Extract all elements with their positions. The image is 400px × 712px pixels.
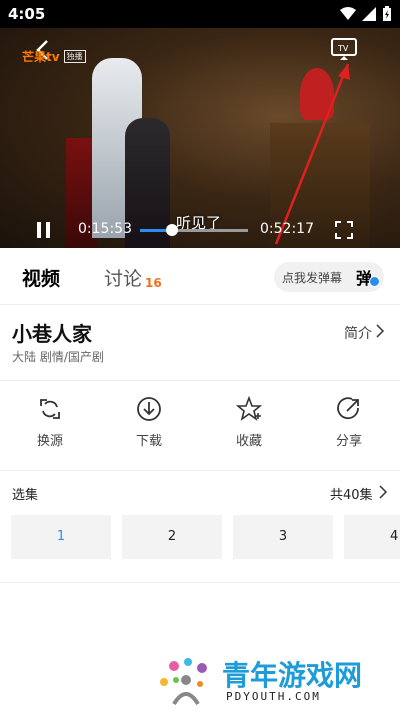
video-player[interactable]: 芒果tv 独播 TV 听见了 0:15:53 0:52:17 (0, 28, 400, 248)
watermark-title: 青年游戏网 (222, 659, 363, 692)
episode-button[interactable]: 3 (233, 515, 333, 559)
total-time: 0:52:17 (260, 221, 314, 237)
show-genre: 大陆 剧情/国产剧 (12, 350, 104, 364)
status-bar: 4:05 (0, 0, 400, 28)
signal-icon (362, 7, 376, 21)
download-button[interactable]: 下载 (114, 396, 184, 456)
switch-source-button[interactable]: 换源 (15, 396, 85, 456)
episodes-label: 选集 (12, 488, 39, 503)
danmu-input-button[interactable]: 点我发弹幕 弹 (274, 262, 384, 292)
action-label: 收藏 (235, 434, 262, 449)
wifi-icon (340, 7, 356, 20)
discussion-count-badge: 16 (145, 276, 162, 290)
brand-logo: 芒果tv 独播 (22, 48, 86, 65)
player-controls: 0:15:53 0:52:17 (0, 216, 400, 246)
episodes-total-link[interactable]: 共40集 (330, 484, 373, 503)
chevron-right-icon[interactable] (378, 484, 388, 500)
watermark-url: PDYOUTH.COM (226, 690, 321, 703)
episode-button[interactable]: 1 (11, 515, 111, 559)
current-time: 0:15:53 (78, 221, 132, 237)
divider (0, 470, 400, 471)
favorite-button[interactable]: 收藏 (214, 396, 284, 456)
tab-bar: 视频 讨论 16 点我发弹幕 弹 (0, 250, 400, 305)
progress-bar[interactable] (140, 224, 248, 236)
episode-button[interactable]: 2 (122, 515, 222, 559)
intro-link[interactable]: 简介 (344, 323, 372, 343)
tab-video[interactable]: 视频 (22, 264, 60, 291)
share-button[interactable]: 分享 (314, 396, 384, 456)
status-time: 4:05 (8, 5, 46, 23)
danmu-placeholder: 点我发弹幕 (282, 271, 343, 285)
watermark: 青年游戏网 PDYOUTH.COM (156, 654, 400, 712)
watermark-logo-icon (160, 658, 207, 706)
svg-text:TV: TV (337, 44, 349, 53)
switch-source-icon (40, 399, 60, 419)
scene-element (300, 68, 334, 120)
danmu-icon[interactable]: 弹 (356, 265, 380, 289)
battery-icon (383, 6, 391, 21)
star-icon (236, 396, 262, 421)
logo-text: 芒果tv (22, 50, 60, 64)
progress-knob[interactable] (166, 224, 179, 236)
action-label: 下载 (135, 434, 162, 449)
show-title: 小巷人家 (12, 322, 92, 346)
download-icon (137, 397, 161, 421)
episode-button[interactable]: 4 (344, 515, 400, 559)
status-icons (340, 6, 392, 22)
pause-icon[interactable] (34, 220, 54, 240)
logo-tag: 独播 (63, 50, 86, 63)
danmu-status-dot (369, 276, 380, 287)
action-label: 分享 (335, 434, 362, 449)
divider (0, 582, 400, 583)
divider (0, 380, 400, 381)
tab-discussion[interactable]: 讨论 (104, 264, 142, 291)
fullscreen-icon[interactable] (334, 220, 354, 240)
action-label: 换源 (36, 434, 63, 449)
chevron-right-icon[interactable] (374, 322, 386, 340)
cast-tv-icon[interactable]: TV (330, 37, 358, 61)
share-icon (337, 397, 359, 420)
